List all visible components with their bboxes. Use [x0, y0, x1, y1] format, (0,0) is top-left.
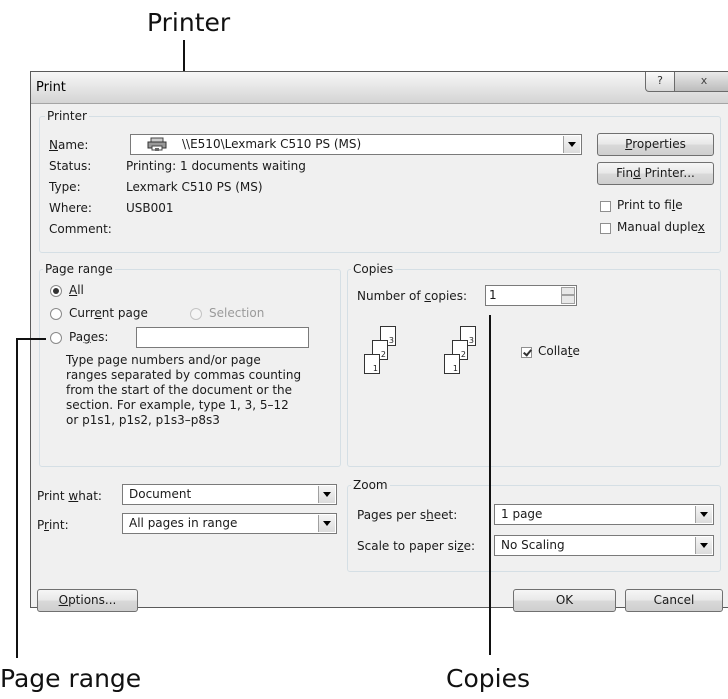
- chevron-down-icon: [695, 537, 712, 554]
- printer-name-select[interactable]: \\E510\Lexmark C510 PS (MS): [130, 134, 582, 155]
- close-icon: x: [700, 74, 708, 87]
- copies-group: Copies Number of copies: 1 3 2 1 3 2 1 C…: [347, 262, 721, 467]
- help-button[interactable]: ?: [645, 72, 675, 92]
- status-value: Printing: 1 documents waiting: [126, 159, 306, 173]
- print-what-label: Print what:: [37, 489, 102, 503]
- dialog-title: Print: [36, 80, 66, 95]
- chevron-down-icon: [563, 136, 580, 153]
- printer-name-value: \\E510\Lexmark C510 PS (MS): [182, 137, 362, 151]
- pages-input[interactable]: [136, 327, 309, 348]
- copies-group-label: Copies: [351, 262, 396, 276]
- page-range-group-label: Page range: [43, 262, 115, 276]
- help-line: from the start of the document or the: [66, 383, 293, 397]
- chevron-down-icon: [318, 515, 335, 532]
- zoom-group: Zoom Pages per sheet: 1 page Scale to pa…: [347, 478, 721, 572]
- selection-radio[interactable]: [190, 308, 202, 320]
- print-what-select[interactable]: Document: [122, 484, 337, 505]
- collate-checkbox[interactable]: [521, 347, 532, 358]
- help-icon: ?: [657, 74, 663, 87]
- all-radio[interactable]: [50, 285, 62, 297]
- type-label: Type:: [49, 180, 81, 194]
- find-printer-button[interactable]: Find Printer...: [597, 162, 714, 185]
- print-to-file-checkbox[interactable]: [600, 201, 611, 212]
- print-select[interactable]: All pages in range: [122, 513, 337, 534]
- close-button[interactable]: x: [674, 72, 728, 92]
- where-label: Where:: [49, 201, 92, 215]
- chevron-down-icon: [318, 486, 335, 503]
- where-value: USB001: [126, 201, 174, 215]
- chevron-down-icon: [695, 506, 712, 523]
- copies-value: 1: [489, 288, 497, 302]
- all-label: All: [69, 283, 84, 297]
- current-page-radio[interactable]: [50, 308, 62, 320]
- copies-callout: Copies: [446, 664, 530, 693]
- zoom-group-label: Zoom: [351, 478, 390, 492]
- help-line: or p1s1, p1s2, p1s3–p8s3: [66, 413, 220, 427]
- ok-button[interactable]: OK: [513, 589, 616, 612]
- collate-illustration-1: 3 2 1: [358, 320, 408, 380]
- printer-icon: [147, 137, 167, 151]
- copies-callout-line: [489, 315, 491, 655]
- title-bar: Print ? x: [31, 72, 728, 104]
- current-page-label: Current page: [69, 306, 148, 320]
- help-line: ranges separated by commas counting: [66, 368, 302, 382]
- status-label: Status:: [49, 159, 92, 173]
- help-line: section. For example, type 1, 3, 5–12: [66, 398, 289, 412]
- pages-radio[interactable]: [50, 332, 62, 344]
- pages-per-sheet-label: Pages per sheet:: [357, 508, 458, 522]
- spinner-up-icon[interactable]: [561, 287, 575, 295]
- printer-group-label: Printer: [45, 109, 89, 123]
- print-dialog: Print ? x Printer Name: \\E510\Lexmark C…: [30, 71, 728, 612]
- cancel-button[interactable]: Cancel: [625, 589, 723, 612]
- properties-button[interactable]: Properties: [597, 133, 714, 156]
- manual-duplex-checkbox[interactable]: [600, 223, 611, 234]
- name-label: Name:: [49, 138, 89, 152]
- selection-label: Selection: [209, 306, 265, 320]
- scale-select[interactable]: No Scaling: [494, 535, 714, 556]
- comment-label: Comment:: [49, 222, 112, 236]
- printer-callout: Printer: [147, 8, 231, 37]
- page-range-callout-line-h: [16, 338, 46, 340]
- spinner-down-icon[interactable]: [561, 295, 575, 304]
- pages-per-sheet-select[interactable]: 1 page: [494, 504, 714, 525]
- copies-spinner[interactable]: 1: [485, 285, 577, 306]
- print-label: Print:: [37, 518, 69, 532]
- page-range-help-text: Type page numbers and/or page ranges sep…: [66, 353, 301, 428]
- pages-label: Pages:: [69, 330, 109, 344]
- print-to-file-label: Print to file: [617, 198, 683, 212]
- manual-duplex-label: Manual duplex: [617, 220, 705, 234]
- collate-illustration-2: 3 2 1: [438, 320, 488, 380]
- printer-group: Printer Name: \\E510\Lexmark C510 PS (MS…: [39, 109, 721, 253]
- help-line: Type page numbers and/or page: [66, 353, 261, 367]
- page-range-group: Page range All Current page Selection Pa…: [39, 262, 341, 467]
- number-of-copies-label: Number of copies:: [357, 289, 467, 303]
- page-range-callout-line-v: [16, 338, 18, 658]
- type-value: Lexmark C510 PS (MS): [126, 180, 263, 194]
- scale-label: Scale to paper size:: [357, 539, 476, 553]
- collate-label: Collate: [538, 344, 580, 358]
- options-button[interactable]: Options...: [37, 589, 138, 612]
- page-range-callout: Page range: [0, 664, 142, 693]
